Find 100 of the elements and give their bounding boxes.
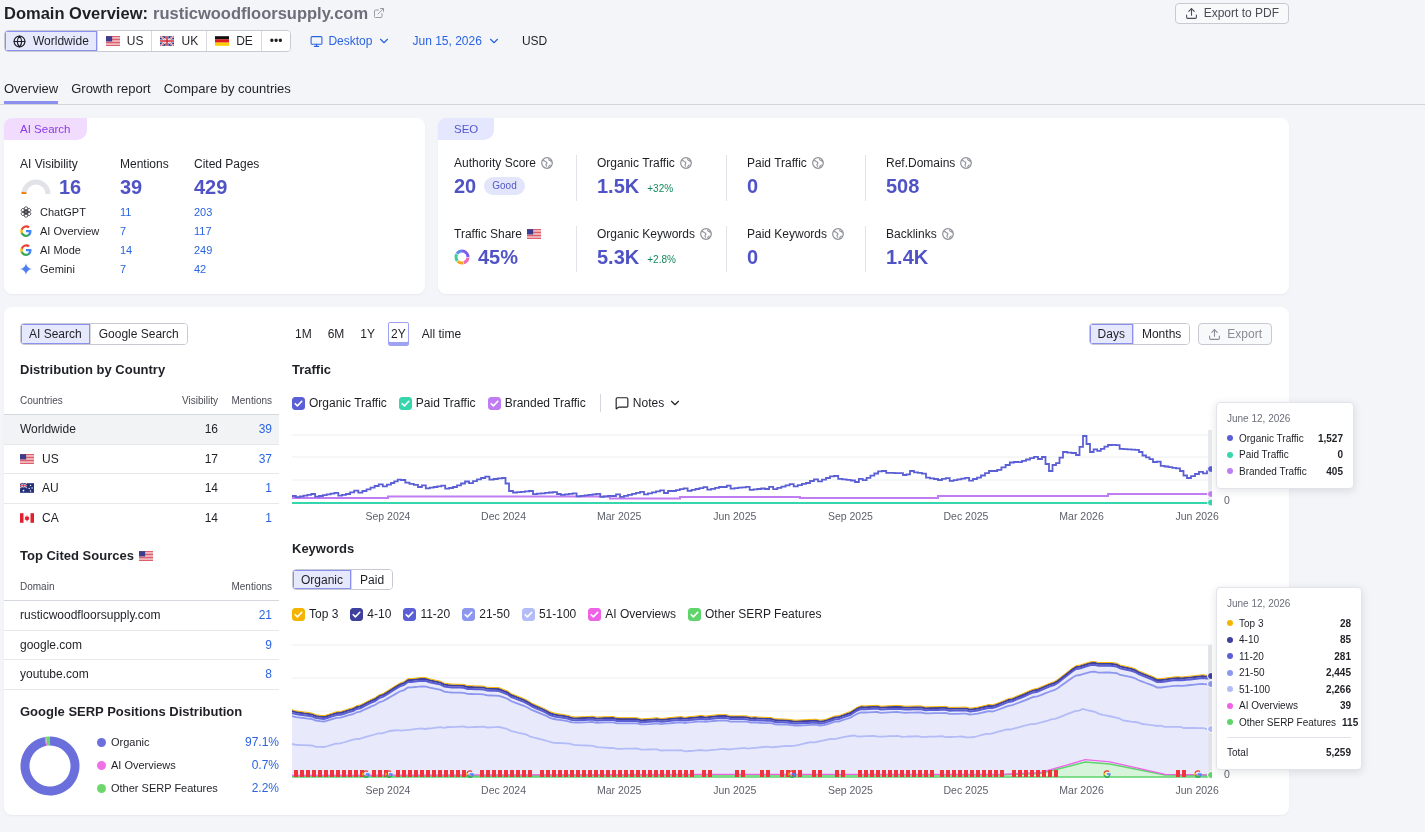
globe-icon[interactable] (832, 228, 845, 240)
axis-label: Jun 2025 (713, 783, 757, 797)
mentions-link[interactable]: 14 (120, 242, 133, 257)
legend-label: Other SERP Features (111, 782, 219, 794)
checkbox[interactable] (487, 396, 501, 410)
checkbox[interactable] (292, 396, 305, 410)
device-dropdown[interactable]: Desktop (310, 30, 392, 52)
section-heading: Top Cited Sources (20, 547, 134, 565)
change-value: +32% (647, 183, 674, 195)
axis-label: Dec 2025 (943, 509, 989, 523)
date-dropdown[interactable]: Jun 15, 2026 (412, 30, 501, 52)
visibility-value: 14 (204, 511, 218, 526)
external-link-icon[interactable] (373, 7, 386, 19)
globe-icon[interactable] (941, 228, 954, 240)
period-button[interactable]: 2Y (388, 322, 409, 346)
metric-label: Ref.Domains (886, 155, 956, 171)
flag-icon (20, 483, 34, 494)
axis-label: Jun 2026 (1175, 783, 1219, 797)
axis-label: Jun 2025 (713, 509, 757, 523)
tooltip-value: 115 (1342, 716, 1359, 728)
visibility-value: 14 (204, 481, 218, 496)
checkbox[interactable] (462, 607, 476, 621)
mentions-link[interactable]: 8 (265, 667, 272, 682)
cited-pages-link[interactable]: 42 (194, 261, 207, 276)
section-tag: SEO (438, 118, 495, 140)
checkbox[interactable] (350, 607, 364, 621)
globe-icon[interactable] (700, 228, 713, 240)
metric-label: Paid Keywords (747, 226, 828, 242)
cited-pages-link[interactable]: 117 (194, 223, 212, 238)
metric-label: Traffic Share (454, 226, 523, 242)
tooltip-value: 39 (1339, 700, 1351, 712)
metric-label: Organic Traffic (597, 155, 675, 171)
globe-icon[interactable] (960, 157, 973, 169)
legend-label: AI Overviews (111, 759, 177, 771)
segment-button[interactable]: Organic (293, 570, 353, 589)
mentions-link[interactable]: 11 (120, 204, 132, 219)
mentions-link[interactable]: 1 (265, 511, 272, 526)
axis-label: 0 (1224, 768, 1230, 780)
globe-icon[interactable] (679, 157, 692, 169)
percentage-value: 2.2% (251, 781, 279, 795)
period-button[interactable]: 1Y (357, 322, 379, 346)
legend-label: 51-100 (538, 607, 577, 621)
flag-icon (20, 453, 34, 464)
legend-label: Organic (111, 736, 151, 748)
checkbox[interactable] (403, 607, 417, 621)
period-button[interactable]: 1M (292, 322, 315, 346)
period-button[interactable]: 6M (324, 322, 348, 346)
country-name: CA (42, 511, 59, 526)
checkbox[interactable] (588, 607, 602, 621)
legend-label: AI Overviews (605, 607, 676, 621)
flag-icon (20, 513, 34, 524)
domain-name: rusticwoodfloorsupply.com (20, 608, 161, 623)
tab[interactable]: Growth report (71, 72, 151, 104)
mentions-link[interactable]: 7 (120, 223, 127, 238)
checkbox[interactable] (292, 607, 305, 621)
table-row[interactable]: US 17 37 (4, 444, 279, 474)
column-header: Visibility (182, 395, 218, 406)
tooltip-label: AI Overviews (1239, 700, 1299, 712)
country-name: AU (42, 481, 59, 496)
checkbox[interactable] (398, 396, 412, 410)
mentions-link[interactable]: 1 (265, 481, 272, 496)
checkbox[interactable] (521, 607, 535, 621)
export-pdf-button[interactable]: Export to PDF (1174, 2, 1289, 24)
tooltip-label: 21-50 (1239, 667, 1266, 679)
table-row[interactable]: Worldwide 16 39 (4, 415, 279, 445)
flag-icon (160, 36, 175, 46)
section-heading: Keywords (292, 540, 356, 558)
period-button[interactable]: All time (418, 322, 465, 346)
metric-value: 1.5K (597, 174, 640, 198)
platform-name: AI Overview (40, 223, 100, 238)
globe-icon[interactable] (541, 157, 554, 169)
mentions-link[interactable]: 9 (265, 637, 272, 652)
legend-label: Paid Traffic (415, 396, 476, 410)
knot-logo-icon (20, 205, 32, 218)
tooltip-value: 1,527 (1317, 432, 1343, 444)
legend-label: 21-50 (479, 607, 510, 621)
legend-label: Top 3 (309, 607, 339, 621)
mentions-link[interactable]: 39 (258, 422, 272, 437)
notes-dropdown[interactable]: Notes (614, 396, 683, 410)
upload-icon (1208, 327, 1222, 341)
table-row[interactable]: AU 14 1 (4, 474, 279, 504)
region-option[interactable]: Worldwide (5, 31, 98, 51)
checkbox[interactable] (687, 607, 701, 621)
metric-value: 16 (59, 175, 82, 199)
cited-pages-link[interactable]: 249 (194, 242, 213, 257)
page-title: Domain Overview: (4, 3, 148, 24)
tab[interactable]: Compare by countries (163, 72, 291, 104)
mentions-link[interactable]: 21 (258, 608, 272, 623)
domain-name: youtube.com (20, 667, 89, 682)
segment-button[interactable]: Days (1089, 324, 1134, 344)
tooltip-label: Top 3 (1239, 617, 1265, 629)
segment-button[interactable]: AI Search (21, 324, 91, 344)
axis-label: Jun 2026 (1175, 509, 1219, 523)
metric-value: 508 (886, 174, 920, 198)
cited-pages-link[interactable]: 203 (194, 204, 213, 219)
globe-icon[interactable] (811, 157, 824, 169)
comment-icon (614, 396, 629, 410)
tab[interactable]: Overview (4, 72, 59, 104)
mentions-link[interactable]: 37 (258, 451, 272, 466)
mentions-link[interactable]: 7 (120, 261, 127, 276)
